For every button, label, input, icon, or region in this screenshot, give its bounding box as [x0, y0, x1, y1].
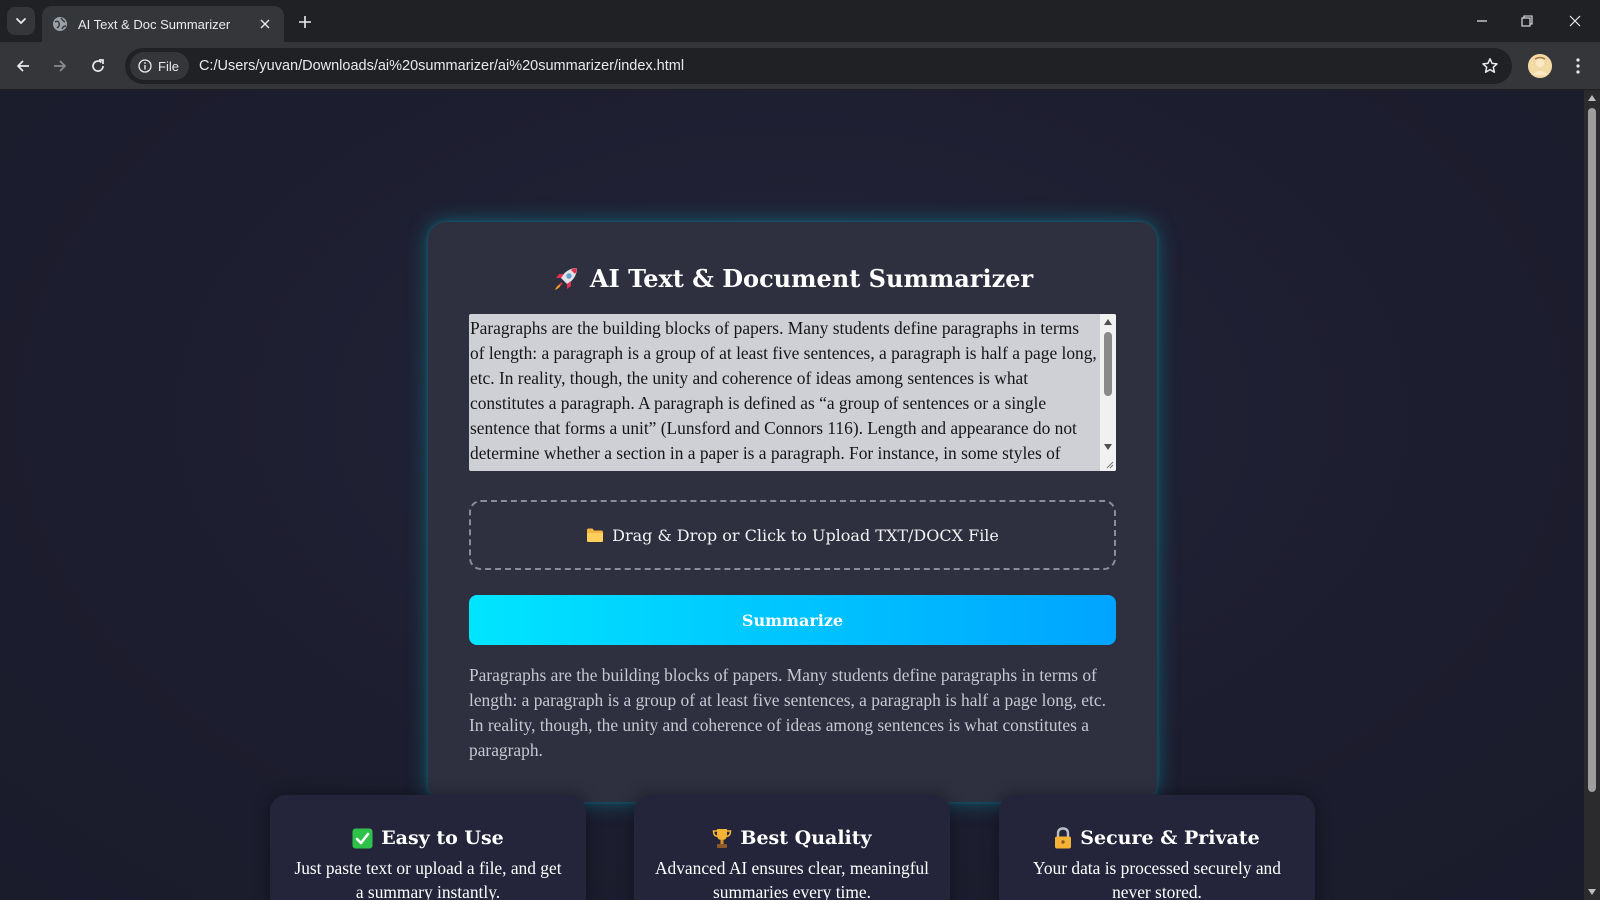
summarize-button[interactable]: Summarize	[469, 595, 1116, 645]
summary-output: Paragraphs are the building blocks of pa…	[469, 665, 1106, 760]
more-vertical-icon	[1576, 58, 1580, 74]
folder-icon	[587, 528, 604, 542]
globe-icon	[52, 16, 68, 32]
info-icon	[138, 59, 152, 73]
feature-description: Your data is processed securely and neve…	[1033, 858, 1281, 900]
tab-search-button[interactable]	[7, 7, 35, 35]
feature-card-quality: Best Quality Advanced AI ensures clear, …	[634, 795, 950, 900]
profile-avatar[interactable]	[1528, 54, 1552, 78]
browser-toolbar: File C:/Users/yuvan/Downloads/ai%20summa…	[0, 42, 1600, 90]
feature-title: Secure & Private	[999, 827, 1315, 849]
browser-tab[interactable]: AI Text & Doc Summarizer	[42, 6, 284, 42]
feature-card-secure: Secure & Private Your data is processed …	[999, 795, 1315, 900]
browser-menu-button[interactable]	[1565, 52, 1591, 80]
reload-button[interactable]	[84, 52, 112, 80]
reload-icon	[92, 59, 104, 72]
file-upload-dropzone[interactable]: Drag & Drop or Click to Upload TXT/DOCX …	[469, 500, 1116, 570]
arrow-left-icon	[16, 60, 29, 72]
text-input-box: Paragraphs are the building blocks of pa…	[469, 314, 1116, 471]
feature-card-easy: Easy to Use Just paste text or upload a …	[270, 795, 586, 900]
rocket-icon	[554, 267, 577, 290]
summarizer-card: AI Text & Document Summarizer Paragraphs…	[428, 222, 1157, 802]
upload-label: Drag & Drop or Click to Upload TXT/DOCX …	[612, 525, 999, 545]
page-title: AI Text & Document Summarizer	[428, 264, 1157, 293]
new-tab-button[interactable]	[293, 10, 317, 34]
close-icon	[1569, 15, 1581, 27]
page-scroll-down-icon[interactable]	[1588, 889, 1596, 895]
avatar-icon	[1528, 54, 1552, 78]
lock-icon	[1055, 827, 1072, 849]
page-viewport: AI Text & Document Summarizer Paragraphs…	[0, 90, 1584, 900]
trophy-icon	[713, 828, 732, 848]
feature-description: Just paste text or upload a file, and ge…	[294, 858, 562, 900]
plus-icon	[299, 16, 311, 28]
bookmark-star-icon[interactable]	[1476, 52, 1504, 80]
check-icon	[352, 828, 373, 848]
restore-icon	[1521, 15, 1533, 27]
minimize-button[interactable]	[1467, 8, 1497, 34]
arrow-right-icon	[54, 60, 67, 72]
restore-button[interactable]	[1512, 8, 1542, 34]
back-button[interactable]	[9, 52, 37, 80]
scroll-thumb[interactable]	[1104, 332, 1112, 396]
text-input-scrollbar[interactable]	[1100, 314, 1116, 471]
address-bar[interactable]: File C:/Users/yuvan/Downloads/ai%20summa…	[125, 48, 1512, 84]
site-info-label: File	[158, 58, 179, 74]
tab-title: AI Text & Doc Summarizer	[78, 16, 231, 32]
chevron-down-icon	[16, 18, 26, 25]
feature-description: Advanced AI ensures clear, meaningful su…	[654, 858, 930, 900]
close-tab-icon[interactable]	[256, 15, 274, 33]
resize-grip-icon[interactable]	[1104, 459, 1114, 469]
minimize-icon	[1477, 20, 1487, 22]
url-text[interactable]: C:/Users/yuvan/Downloads/ai%20summarizer…	[199, 58, 1476, 74]
close-window-button[interactable]	[1560, 8, 1590, 34]
feature-title-text: Easy to Use	[381, 827, 504, 849]
page-scrollbar[interactable]	[1584, 90, 1600, 900]
feature-title: Easy to Use	[270, 827, 586, 849]
feature-title-text: Best Quality	[740, 827, 872, 849]
site-info-chip[interactable]: File	[130, 52, 189, 80]
feature-title: Best Quality	[634, 827, 950, 849]
browser-tab-strip: AI Text & Doc Summarizer	[0, 0, 1600, 42]
page-title-text: AI Text & Document Summarizer	[589, 264, 1034, 293]
page-scroll-thumb[interactable]	[1588, 108, 1596, 792]
text-input[interactable]: Paragraphs are the building blocks of pa…	[469, 314, 1097, 471]
scroll-up-arrow-icon[interactable]	[1104, 319, 1112, 325]
feature-title-text: Secure & Private	[1080, 827, 1260, 849]
page-scroll-up-icon[interactable]	[1588, 95, 1596, 101]
forward-button[interactable]	[46, 52, 74, 80]
scroll-down-arrow-icon[interactable]	[1104, 444, 1112, 450]
